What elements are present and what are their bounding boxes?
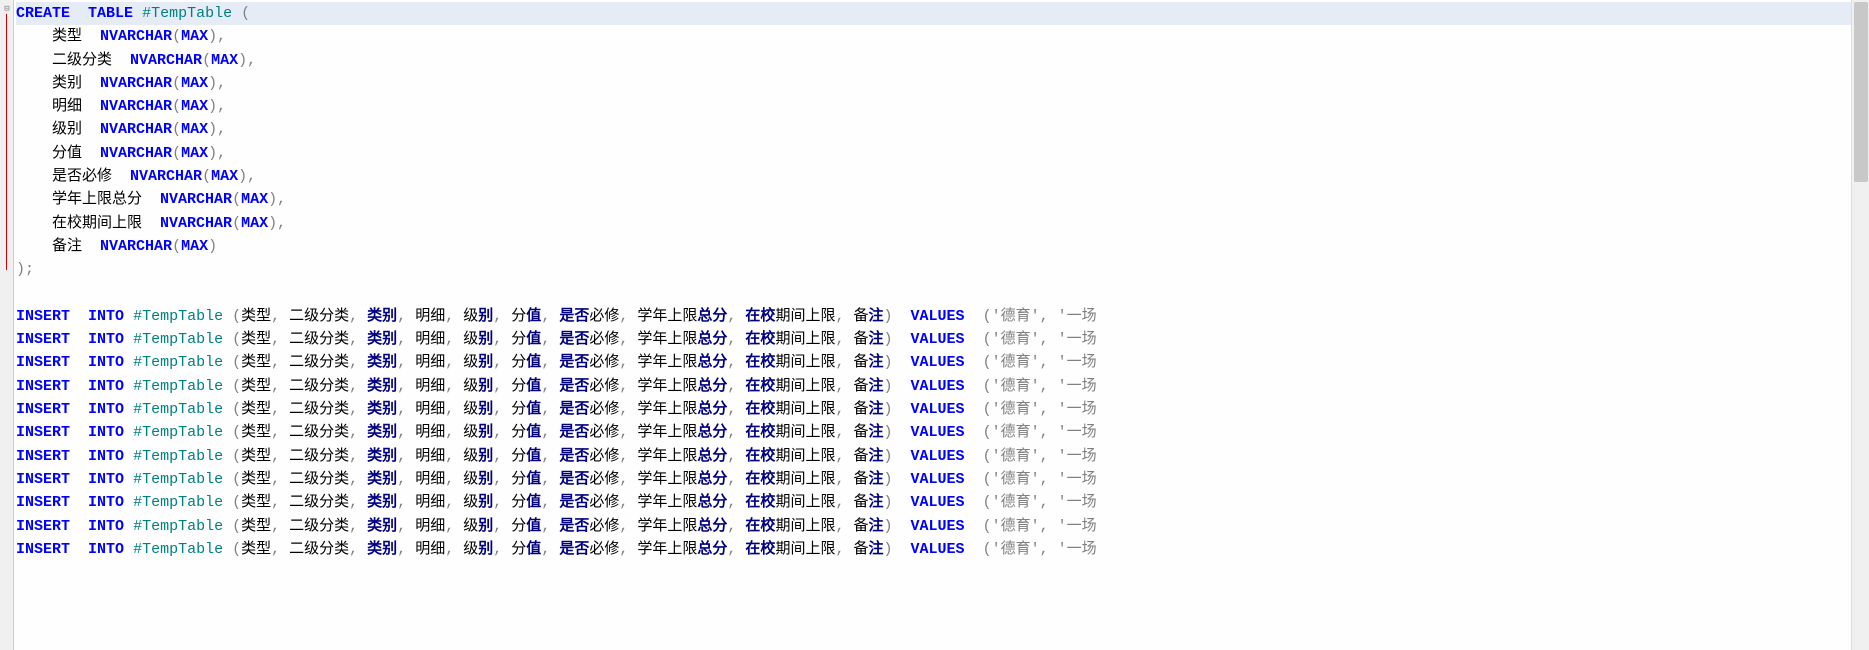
code-line[interactable]: CREATE TABLE #TempTable ( [16, 2, 1869, 25]
code-line[interactable]: INSERT INTO #TempTable (类型, 二级分类, 类别, 明细… [16, 538, 1869, 561]
code-line[interactable]: INSERT INTO #TempTable (类型, 二级分类, 类别, 明细… [16, 515, 1869, 538]
code-line[interactable]: INSERT INTO #TempTable (类型, 二级分类, 类别, 明细… [16, 375, 1869, 398]
code-line[interactable] [16, 282, 1869, 305]
code-line[interactable]: 类型 NVARCHAR(MAX), [16, 25, 1869, 48]
code-line[interactable]: ); [16, 258, 1869, 281]
code-line[interactable]: 是否必修 NVARCHAR(MAX), [16, 165, 1869, 188]
code-line[interactable]: INSERT INTO #TempTable (类型, 二级分类, 类别, 明细… [16, 491, 1869, 514]
code-line[interactable]: INSERT INTO #TempTable (类型, 二级分类, 类别, 明细… [16, 398, 1869, 421]
code-line[interactable]: 二级分类 NVARCHAR(MAX), [16, 49, 1869, 72]
vertical-scrollbar[interactable] [1851, 0, 1869, 650]
code-line[interactable]: INSERT INTO #TempTable (类型, 二级分类, 类别, 明细… [16, 421, 1869, 444]
code-line[interactable]: 学年上限总分 NVARCHAR(MAX), [16, 188, 1869, 211]
code-line[interactable]: 分值 NVARCHAR(MAX), [16, 142, 1869, 165]
fold-guide-line [6, 14, 7, 270]
code-line[interactable]: 级别 NVARCHAR(MAX), [16, 118, 1869, 141]
code-line[interactable]: 备注 NVARCHAR(MAX) [16, 235, 1869, 258]
code-fold-gutter[interactable]: ⊟ [0, 0, 14, 650]
code-line[interactable]: INSERT INTO #TempTable (类型, 二级分类, 类别, 明细… [16, 445, 1869, 468]
code-line[interactable]: INSERT INTO #TempTable (类型, 二级分类, 类别, 明细… [16, 468, 1869, 491]
code-line[interactable]: INSERT INTO #TempTable (类型, 二级分类, 类别, 明细… [16, 328, 1869, 351]
vertical-scrollbar-thumb[interactable] [1854, 2, 1868, 182]
code-line[interactable]: INSERT INTO #TempTable (类型, 二级分类, 类别, 明细… [16, 351, 1869, 374]
code-editor[interactable]: CREATE TABLE #TempTable ( 类型 NVARCHAR(MA… [14, 0, 1869, 650]
code-line[interactable]: 明细 NVARCHAR(MAX), [16, 95, 1869, 118]
code-line[interactable]: INSERT INTO #TempTable (类型, 二级分类, 类别, 明细… [16, 305, 1869, 328]
fold-toggle-icon[interactable]: ⊟ [2, 4, 12, 14]
editor-wrapper: ⊟ CREATE TABLE #TempTable ( 类型 NVARCHAR(… [0, 0, 1869, 650]
code-line[interactable]: 在校期间上限 NVARCHAR(MAX), [16, 212, 1869, 235]
code-line[interactable]: 类别 NVARCHAR(MAX), [16, 72, 1869, 95]
